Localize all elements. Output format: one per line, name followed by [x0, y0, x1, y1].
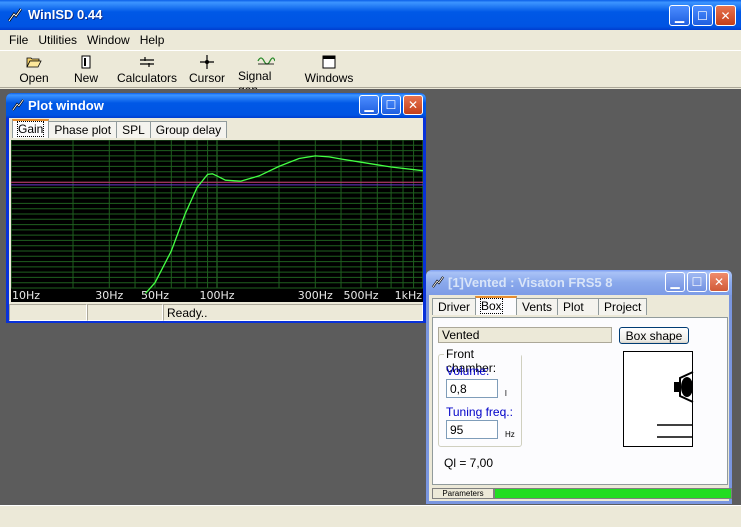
vented-minimize-button[interactable]: ▁ — [665, 272, 685, 292]
tab-phase-plot[interactable]: Phase plot — [48, 121, 118, 138]
tab-spl[interactable]: SPL — [116, 121, 151, 138]
vented-box-window: [1]Vented : Visaton FRS5 8 ▁ ☐ ✕ Driver … — [426, 270, 732, 504]
plot-window: Plot window ▁ ☐ ✕ Gain Phase plot SPL Gr… — [6, 93, 426, 323]
box-tab-panel: Vented Box shape Front chamber: Volume: … — [432, 317, 728, 485]
plot-window-titlebar[interactable]: Plot window ▁ ☐ ✕ — [6, 93, 426, 118]
maximize-icon: ☐ — [697, 8, 708, 23]
windows-label: Windows — [304, 71, 354, 85]
close-icon: ✕ — [720, 8, 731, 23]
ql-value: Ql = 7,00 — [444, 456, 494, 470]
window-icon — [320, 54, 338, 70]
crosshair-icon — [198, 54, 216, 70]
volume-input[interactable]: 0,8 — [446, 379, 498, 398]
box-shape-button[interactable]: Box shape — [619, 327, 689, 344]
box-type-field[interactable]: Vented — [438, 327, 612, 343]
tab-gain[interactable]: Gain — [12, 119, 50, 138]
front-chamber-group: Front chamber: Volume: 0,8 l Tuning freq… — [438, 347, 522, 447]
vented-close-button[interactable]: ✕ — [709, 272, 729, 292]
new-document-icon — [77, 54, 95, 70]
cursor-button[interactable]: Cursor — [182, 51, 232, 87]
vented-window-titlebar[interactable]: [1]Vented : Visaton FRS5 8 ▁ ☐ ✕ — [426, 270, 732, 295]
vented-window-title: [1]Vented : Visaton FRS5 8 — [448, 275, 613, 290]
minimize-icon: ▁ — [674, 8, 685, 23]
plot-status-bar: Ready.. — [9, 304, 423, 322]
folder-open-icon — [25, 54, 43, 70]
plot-status-cell-2 — [87, 304, 163, 321]
app-icon — [7, 8, 23, 22]
sine-wave-icon — [257, 54, 275, 68]
plot-window-title: Plot window — [28, 98, 104, 113]
parameters-label: Parameters — [432, 488, 494, 499]
main-window: WinISD 0.44 ▁ ☐ ✕ File Utilities Window … — [0, 0, 741, 527]
tab-group-delay[interactable]: Group delay — [149, 121, 228, 138]
vented-tabs: Driver Box Vents Plot Project — [429, 295, 729, 315]
volume-unit: l — [505, 389, 507, 398]
menu-bar: File Utilities Window Help — [0, 30, 741, 49]
app-icon — [431, 276, 445, 288]
toolbar: Open New Calculators Cursor Signal gen. — [0, 50, 741, 97]
new-label: New — [73, 71, 98, 85]
tuning-freq-label: Tuning freq.: — [446, 405, 513, 419]
parameters-progress-fill — [495, 489, 731, 498]
open-label: Open — [19, 71, 49, 85]
volume-label: Volume: — [446, 364, 490, 378]
plot-minimize-button[interactable]: ▁ — [359, 95, 379, 115]
signal-gen-button[interactable]: Signal gen. — [232, 51, 300, 97]
gain-chart: 10Hz 30Hz 50Hz 100Hz 300Hz 500Hz 1kHz — [10, 139, 424, 302]
plot-tabs: Gain Phase plot SPL Group delay — [9, 118, 423, 138]
tab-project[interactable]: Project — [598, 298, 648, 315]
tab-vents[interactable]: Vents — [516, 298, 559, 315]
x-tick-label: 300Hz — [298, 289, 333, 302]
maximize-icon: ☐ — [385, 98, 397, 112]
vented-maximize-button[interactable]: ☐ — [687, 272, 707, 292]
x-tick-label: 100Hz — [199, 289, 234, 302]
plot-status-cell-1 — [9, 304, 87, 321]
windows-button[interactable]: Windows — [300, 51, 358, 87]
main-status-bar — [0, 505, 741, 527]
box-type-value: Vented — [442, 328, 480, 342]
tuning-freq-unit: Hz — [505, 430, 515, 439]
minimize-icon: ▁ — [364, 98, 374, 112]
menu-help[interactable]: Help — [135, 33, 170, 47]
tuning-freq-input[interactable]: 95 — [446, 420, 498, 439]
app-icon — [11, 99, 25, 111]
tab-plot[interactable]: Plot — [557, 298, 600, 315]
calculator-icon — [138, 54, 156, 70]
app-title: WinISD 0.44 — [28, 7, 103, 22]
x-tick-label: 50Hz — [141, 289, 169, 302]
close-icon: ✕ — [407, 98, 419, 112]
menu-file[interactable]: File — [4, 33, 33, 47]
menu-window[interactable]: Window — [82, 33, 135, 47]
parameters-progress: Parameters — [432, 488, 732, 499]
open-button[interactable]: Open — [8, 51, 60, 87]
cursor-label: Cursor — [188, 71, 225, 85]
close-button[interactable]: ✕ — [715, 5, 736, 26]
calculators-button[interactable]: Calculators — [112, 51, 182, 87]
plot-maximize-button[interactable]: ☐ — [381, 95, 401, 115]
new-button[interactable]: New — [60, 51, 112, 87]
app-titlebar[interactable]: WinISD 0.44 ▁ ☐ ✕ — [0, 0, 741, 30]
tab-driver[interactable]: Driver — [432, 298, 476, 315]
gain-plot[interactable]: 10Hz 30Hz 50Hz 100Hz 300Hz 500Hz 1kHz — [10, 139, 424, 302]
x-tick-label: 30Hz — [95, 289, 123, 302]
x-tick-label: 10Hz — [12, 289, 40, 302]
calculators-label: Calculators — [116, 71, 178, 85]
minimize-icon: ▁ — [670, 275, 680, 289]
x-tick-label: 500Hz — [343, 289, 378, 302]
speaker-box-icon — [657, 371, 694, 438]
maximize-icon: ☐ — [691, 275, 703, 289]
minimize-button[interactable]: ▁ — [669, 5, 690, 26]
plot-status-ready: Ready.. — [163, 304, 423, 321]
box-shape-preview — [623, 351, 694, 447]
maximize-button[interactable]: ☐ — [692, 5, 713, 26]
menu-utilities[interactable]: Utilities — [33, 33, 82, 47]
plot-close-button[interactable]: ✕ — [403, 95, 423, 115]
parameters-progress-bar — [494, 488, 732, 499]
x-tick-label: 1kHz — [395, 289, 423, 302]
tab-box[interactable]: Box — [475, 296, 517, 315]
close-icon: ✕ — [713, 275, 725, 289]
